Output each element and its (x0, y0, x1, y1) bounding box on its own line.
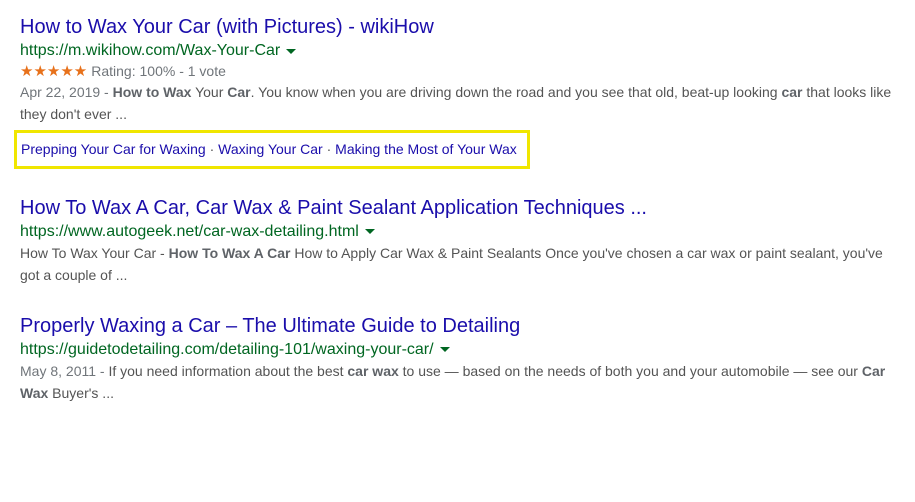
result-url: https://m.wikihow.com/Wax-Your-Car (20, 42, 280, 60)
separator: · (206, 141, 218, 157)
separator: · (323, 141, 335, 157)
snippet-text: . You know when you are driving down the… (251, 84, 782, 100)
snippet-date: May 8, 2011 - (20, 363, 108, 379)
result-url: https://guidetodetailing.com/detailing-1… (20, 341, 434, 359)
result-title-link[interactable]: Properly Waxing a Car – The Ultimate Gui… (20, 313, 895, 339)
snippet-text: Your (191, 84, 227, 100)
chevron-down-icon[interactable] (440, 347, 450, 352)
result-url-row: https://m.wikihow.com/Wax-Your-Car (20, 42, 895, 60)
search-result: How To Wax A Car, Car Wax & Paint Sealan… (20, 195, 895, 287)
snippet-text: If you need information about the best (108, 363, 347, 379)
star-icon: ★★★★★ (20, 62, 87, 80)
sitelink[interactable]: Making the Most of Your Wax (335, 141, 517, 157)
chevron-down-icon[interactable] (286, 49, 296, 54)
chevron-down-icon[interactable] (365, 229, 375, 234)
result-title-link[interactable]: How To Wax A Car, Car Wax & Paint Sealan… (20, 195, 895, 221)
snippet-bold: How to Wax (113, 84, 192, 100)
result-snippet: Apr 22, 2019 - How to Wax Your Car. You … (20, 82, 895, 126)
result-rating: ★★★★★ Rating: 100% - 1 vote (20, 62, 895, 80)
result-snippet: May 8, 2011 - If you need information ab… (20, 361, 895, 405)
result-url: https://www.autogeek.net/car-wax-detaili… (20, 223, 359, 241)
snippet-bold: car wax (347, 363, 398, 379)
sitelink[interactable]: Prepping Your Car for Waxing (21, 141, 206, 157)
result-snippet: How To Wax Your Car - How To Wax A Car H… (20, 243, 895, 287)
sitelink[interactable]: Waxing Your Car (218, 141, 323, 157)
rating-text: Rating: 100% - 1 vote (91, 63, 226, 79)
snippet-text: Buyer's ... (48, 385, 114, 401)
result-sitelinks-highlighted: Prepping Your Car for Waxing · Waxing Yo… (14, 130, 530, 169)
search-result: Properly Waxing a Car – The Ultimate Gui… (20, 313, 895, 405)
snippet-bold: car (781, 84, 802, 100)
snippet-text: How To Wax Your Car - (20, 245, 169, 261)
result-title-link[interactable]: How to Wax Your Car (with Pictures) - wi… (20, 14, 895, 40)
snippet-bold: How To Wax A Car (169, 245, 291, 261)
snippet-date: Apr 22, 2019 - (20, 84, 113, 100)
result-url-row: https://www.autogeek.net/car-wax-detaili… (20, 223, 895, 241)
snippet-text: to use — based on the needs of both you … (399, 363, 862, 379)
search-result: How to Wax Your Car (with Pictures) - wi… (20, 14, 895, 169)
snippet-bold: Car (227, 84, 250, 100)
result-url-row: https://guidetodetailing.com/detailing-1… (20, 341, 895, 359)
